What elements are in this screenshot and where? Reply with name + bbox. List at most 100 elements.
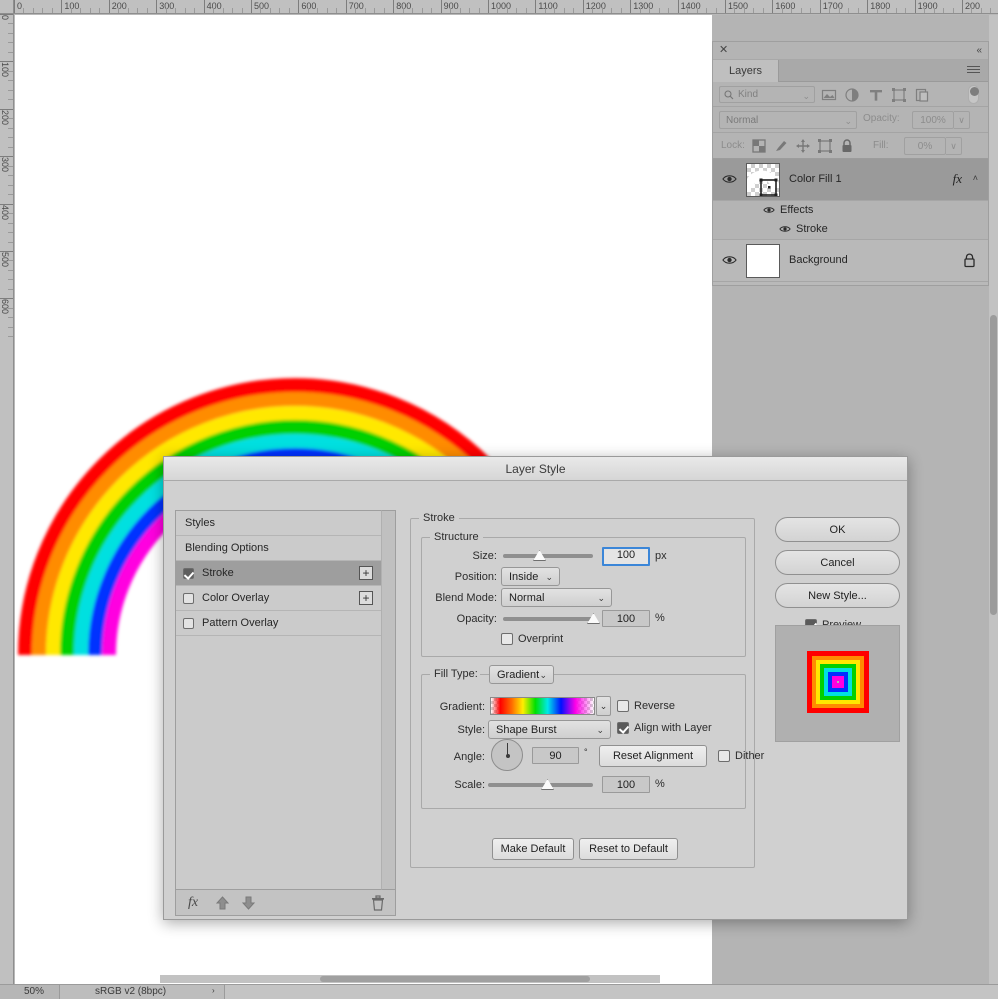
ruler-minor-tick [753,8,755,13]
position-select[interactable]: Inside ⌄ [501,567,560,586]
chevron-down-icon: ⌄ [844,116,852,126]
make-default-button[interactable]: Make Default [492,838,574,860]
scale-input[interactable]: 100 [602,776,650,793]
stroke-enable-checkbox[interactable] [183,568,194,579]
lock-artboard-nesting-icon[interactable] [817,138,833,154]
ruler-minor-tick [497,8,499,13]
ruler-minor-tick [781,8,783,13]
dock-scrollbar-track[interactable] [989,15,998,985]
close-icon[interactable]: ✕ [719,44,728,57]
chevron-up-icon[interactable]: ˄ [973,173,978,183]
blend-mode-select[interactable]: Normal ⌄ [501,588,612,607]
horizontal-ruler[interactable]: 0 100 200 300 400 500 600 700 800 900 1000 1100 1200… [0,0,998,14]
eye-visibility-icon[interactable] [722,254,737,266]
gradient-picker-dropdown[interactable]: ⌄ [596,696,611,716]
ruler-minor-tick [952,8,954,13]
scale-unit: % [655,778,665,790]
styles-list-item-styles[interactable]: Styles [176,511,381,536]
ruler-minor-tick [89,8,91,13]
adjustment-layer-filter-icon[interactable] [844,87,860,103]
opacity-slider-track[interactable] [503,617,593,621]
reset-alignment-button[interactable]: Reset Alignment [599,745,707,767]
hamburger-menu-icon[interactable] [967,66,980,75]
ruler-minor-tick [336,8,338,13]
align-with-layer-checkbox[interactable] [617,722,629,734]
styles-list-scrollbar[interactable] [381,510,396,890]
move-up-icon[interactable] [216,896,229,910]
opacity-input[interactable]: 100 [602,610,650,627]
ruler-minor-tick [8,118,13,120]
ok-button[interactable]: OK [775,517,900,542]
opacity-value-field[interactable]: 100% [912,111,954,129]
move-down-icon[interactable] [242,896,255,910]
size-input[interactable]: 100 [602,547,650,566]
color-overlay-enable-checkbox[interactable] [183,593,194,604]
lock-image-pixels-icon[interactable] [773,138,789,154]
fill-value-field[interactable]: 0% [904,137,946,155]
delete-trash-icon[interactable] [371,895,385,911]
styles-list-item-pattern-overlay[interactable]: Pattern Overlay [176,611,381,636]
fx-badge-icon[interactable]: fx [953,171,962,187]
gradient-style-value: Shape Burst [496,724,557,736]
overprint-checkbox[interactable] [501,633,513,645]
vertical-ruler[interactable]: 0 100 200 300 400 500 600 [0,14,14,984]
lock-all-icon[interactable] [839,138,855,154]
ruler-minor-tick [8,288,13,290]
lock-position-icon[interactable] [795,138,811,154]
effects-group-row[interactable]: Effects [713,201,988,220]
eye-visibility-icon[interactable] [763,205,775,215]
cancel-button[interactable]: Cancel [775,550,900,575]
filter-enable-toggle[interactable] [968,85,979,104]
lock-transparent-pixels-icon[interactable] [751,138,767,154]
type-layer-filter-icon[interactable] [868,87,884,103]
pattern-overlay-enable-checkbox[interactable] [183,618,194,629]
shape-layer-filter-icon[interactable] [891,87,907,103]
gradient-swatch[interactable] [490,697,595,715]
angle-dial[interactable] [491,739,523,771]
fill-type-value: Gradient [497,669,540,681]
smart-object-filter-icon[interactable] [914,87,930,103]
ruler-minor-tick [80,8,82,13]
fx-add-icon[interactable]: fx [188,895,198,911]
layer-kind-filter-value: Kind [738,89,759,100]
canvas-scrollbar-thumb[interactable] [320,976,590,982]
ruler-origin-corner[interactable] [0,0,14,14]
pixel-layer-filter-icon[interactable] [821,87,837,103]
layer-thumbnail[interactable] [746,244,780,278]
overprint-label: Overprint [518,633,564,645]
layer-thumbnail[interactable] [746,163,780,197]
table-row[interactable]: Background [713,240,988,282]
add-stroke-effect-button[interactable]: + [359,566,373,580]
layers-panel: ✕ « Layers Kind ⌄ Normal ⌄ Opacity: 100%… [712,41,989,286]
ruler-minor-tick [649,8,651,13]
blend-mode-select[interactable]: Normal ⌄ [719,111,857,129]
gradient-style-select[interactable]: Shape Burst ⌄ [488,720,611,739]
eye-visibility-icon[interactable] [722,173,737,185]
opacity-dropdown-icon[interactable]: ∨ [954,111,970,129]
reverse-checkbox[interactable] [617,700,629,712]
styles-list-item-color-overlay[interactable]: Color Overlay + [176,586,381,611]
styles-list-item-stroke[interactable]: Stroke + [176,561,381,586]
dither-checkbox[interactable] [718,750,730,762]
table-row[interactable]: Color Fill 1 fx ˄ [713,159,988,201]
styles-list-item-blending-options[interactable]: Blending Options [176,536,381,561]
canvas-horizontal-scrollbar[interactable] [160,975,660,983]
status-expand-arrow[interactable]: › [212,986,215,995]
collapse-panel-icon[interactable]: « [976,44,982,57]
add-color-overlay-button[interactable]: + [359,591,373,605]
ruler-minor-tick [402,8,404,13]
zoom-level: 50% [24,986,45,997]
layer-kind-filter-select[interactable]: Kind ⌄ [719,86,815,103]
new-style-button[interactable]: New Style... [775,583,900,608]
fill-type-select[interactable]: Gradient ⌄ [489,665,554,684]
fill-dropdown-icon[interactable]: ∨ [946,137,962,155]
ruler-minor-tick [886,8,888,13]
reset-to-default-button[interactable]: Reset to Default [579,838,678,860]
dock-scrollbar-thumb[interactable] [990,315,997,615]
effect-row-stroke[interactable]: Stroke [713,220,988,239]
tab-layers[interactable]: Layers [713,60,780,82]
size-slider-track[interactable] [503,554,593,558]
eye-visibility-icon[interactable] [779,224,791,234]
angle-input[interactable]: 90 [532,747,579,764]
scale-slider-track[interactable] [488,783,593,787]
